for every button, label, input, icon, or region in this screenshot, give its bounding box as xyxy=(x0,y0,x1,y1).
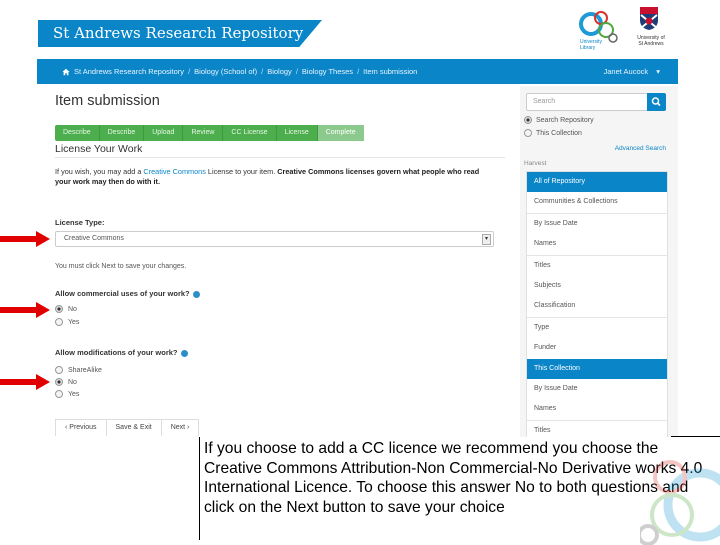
option-label: Yes xyxy=(68,390,80,398)
radio-checked-icon[interactable] xyxy=(55,305,63,313)
submission-progress-steps: Describe Describe Upload Review CC Licen… xyxy=(55,125,364,141)
nav-by-issue-date[interactable]: By Issue Date xyxy=(527,212,667,234)
scope-label: This Collection xyxy=(536,129,582,137)
search-input[interactable]: Search xyxy=(526,93,647,111)
dropdown-arrow-icon: ▾ xyxy=(482,234,491,245)
chevron-down-icon: ▾ xyxy=(656,67,660,76)
option-label: No xyxy=(68,305,77,313)
commercial-option-yes[interactable]: Yes xyxy=(55,318,79,326)
modifications-question-text: Allow modifications of your work? xyxy=(55,348,178,357)
nav-collection-by-issue-date[interactable]: By Issue Date xyxy=(527,379,667,399)
site-title-banner[interactable]: St Andrews Research Repository xyxy=(38,20,322,47)
sidebar: Search Search Repository This Collection… xyxy=(520,86,678,437)
nav-classification[interactable]: Classification xyxy=(527,296,667,316)
info-icon[interactable] xyxy=(180,349,188,357)
search-icon xyxy=(651,97,661,107)
user-name: Janet Aucock xyxy=(603,67,649,76)
step-describe-1[interactable]: Describe xyxy=(55,125,100,141)
scope-search-repository[interactable]: Search Repository xyxy=(524,116,594,124)
radio-unchecked-icon[interactable] xyxy=(55,366,63,374)
option-label: No xyxy=(68,378,77,386)
creative-commons-link[interactable]: Creative Commons xyxy=(143,167,205,176)
modifications-option-sharealike[interactable]: ShareAlike xyxy=(55,366,102,374)
radio-unchecked-icon[interactable] xyxy=(55,318,63,326)
scope-label: Search Repository xyxy=(536,116,594,124)
crest-text: University of St Andrews xyxy=(637,35,665,47)
breadcrumb-separator: / xyxy=(357,67,360,76)
step-describe-2[interactable]: Describe xyxy=(100,125,145,141)
commercial-option-no[interactable]: No xyxy=(55,305,77,313)
license-type-select[interactable]: Creative Commons ▾ xyxy=(55,231,494,247)
university-crest-icon xyxy=(640,7,658,30)
library-logo-watermark-icon xyxy=(640,460,720,545)
breadcrumb: St Andrews Research Repository / Biology… xyxy=(62,67,417,76)
search-placeholder: Search xyxy=(533,98,556,105)
advanced-search-link[interactable]: Advanced Search xyxy=(615,145,666,152)
navigation-buttons: ‹ Previous Save & Exit Next › xyxy=(55,419,200,436)
save-exit-button[interactable]: Save & Exit xyxy=(106,420,162,436)
radio-checked-icon[interactable] xyxy=(55,378,63,386)
top-navbar: St Andrews Research Repository / Biology… xyxy=(37,59,678,84)
callout-left-rule xyxy=(199,437,200,540)
scope-this-collection[interactable]: This Collection xyxy=(524,129,582,137)
annotation-arrow-icon xyxy=(0,231,50,247)
nav-communities-collections[interactable]: Communities & Collections xyxy=(527,192,667,212)
step-upload[interactable]: Upload xyxy=(144,125,184,141)
nav-names[interactable]: Names xyxy=(527,234,667,254)
step-cc-license[interactable]: CC License xyxy=(223,125,277,141)
home-icon[interactable] xyxy=(62,68,70,76)
info-icon[interactable] xyxy=(192,290,200,298)
callout-text: If you choose to add a CC licence we rec… xyxy=(204,440,703,516)
annotation-arrow-icon xyxy=(0,302,50,318)
breadcrumb-separator: / xyxy=(188,67,191,76)
breadcrumb-current: Item submission xyxy=(363,67,418,76)
site-title: St Andrews Research Repository xyxy=(53,24,304,42)
nav-type[interactable]: Type xyxy=(527,316,667,338)
nav-all-of-repository[interactable]: All of Repository xyxy=(527,172,667,193)
previous-button[interactable]: ‹ Previous xyxy=(56,420,107,436)
intro-text: If you wish, you may add a Creative Comm… xyxy=(55,167,495,187)
breadcrumb-biology[interactable]: Biology xyxy=(267,67,292,76)
nav-this-collection[interactable]: This Collection xyxy=(527,358,667,379)
breadcrumb-theses[interactable]: Biology Theses xyxy=(302,67,353,76)
browse-list: All of Repository Communities & Collecti… xyxy=(526,171,668,437)
breadcrumb-repository[interactable]: St Andrews Research Repository xyxy=(74,67,184,76)
page-title: Item submission xyxy=(55,93,160,109)
section-heading: License Your Work xyxy=(55,143,505,158)
next-button[interactable]: Next › xyxy=(161,420,199,436)
commercial-question: Allow commercial uses of your work? xyxy=(55,289,200,298)
screenshot-area: St Andrews Research Repository Universit… xyxy=(0,0,720,437)
intro-prefix: If you wish, you may add a xyxy=(55,167,144,176)
option-label: Yes xyxy=(68,318,80,326)
nav-funder[interactable]: Funder xyxy=(527,338,667,358)
breadcrumb-separator: / xyxy=(295,67,298,76)
modifications-option-yes[interactable]: Yes xyxy=(55,390,79,398)
annotation-arrow-icon xyxy=(0,374,50,390)
modifications-question: Allow modifications of your work? xyxy=(55,348,188,357)
commercial-question-text: Allow commercial uses of your work? xyxy=(55,289,190,298)
radio-unchecked-icon[interactable] xyxy=(55,390,63,398)
nav-subjects[interactable]: Subjects xyxy=(527,276,667,296)
step-license[interactable]: License xyxy=(277,125,318,141)
breadcrumb-school[interactable]: Biology (School of) xyxy=(194,67,257,76)
intro-middle: License to your item. xyxy=(205,167,278,176)
harvest-label: Harvest xyxy=(524,160,547,167)
option-label: ShareAlike xyxy=(68,366,102,374)
nav-collection-titles[interactable]: Titles xyxy=(527,419,667,437)
step-complete[interactable]: Complete xyxy=(317,125,364,141)
user-menu[interactable]: Janet Aucock ▾ xyxy=(604,67,660,76)
radio-checked-icon[interactable] xyxy=(524,116,532,124)
step-review[interactable]: Review xyxy=(183,125,224,141)
modifications-option-no[interactable]: No xyxy=(55,378,77,386)
nav-titles[interactable]: Titles xyxy=(527,254,667,276)
license-type-label: License Type: xyxy=(55,218,105,227)
license-type-value: Creative Commons xyxy=(64,235,124,242)
breadcrumb-separator: / xyxy=(261,67,264,76)
radio-unchecked-icon[interactable] xyxy=(524,129,532,137)
search-button[interactable] xyxy=(647,93,666,111)
library-logo-text: University Library xyxy=(580,39,602,51)
nav-collection-names[interactable]: Names xyxy=(527,399,667,419)
save-hint: You must click Next to save your changes… xyxy=(55,263,187,270)
